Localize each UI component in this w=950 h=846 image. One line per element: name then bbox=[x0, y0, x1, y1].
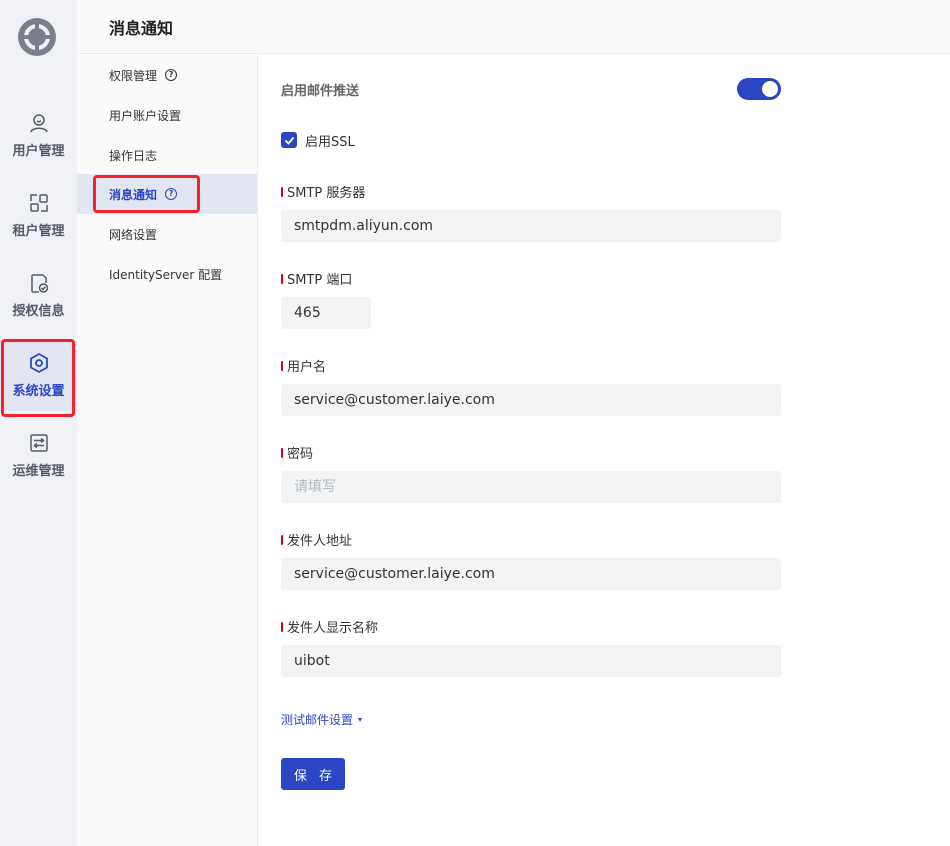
smtp-port-input[interactable] bbox=[281, 297, 371, 329]
chevron-down-icon: ▾ bbox=[358, 715, 363, 724]
subnav-item-identityserver-config[interactable]: IdentityServer 配置 bbox=[77, 254, 257, 294]
rail-label: 系统设置 bbox=[12, 384, 65, 399]
rail-item-user-management[interactable]: 用户管理 bbox=[0, 101, 77, 171]
rail-label: 运维管理 bbox=[12, 464, 65, 479]
rail-item-system-settings[interactable]: 系统设置 bbox=[0, 341, 77, 411]
email-settings-form: 启用邮件推送 启用SSL SMTP 服务器 SMTP 端口 用户名 密码 发件人… bbox=[258, 55, 950, 846]
test-email-settings-link[interactable]: 测试邮件设置 ▾ bbox=[281, 711, 362, 728]
rail-item-license-info[interactable]: 授权信息 bbox=[0, 261, 77, 331]
enable-email-toggle[interactable] bbox=[737, 78, 781, 100]
sender-name-label: 发件人显示名称 bbox=[281, 617, 378, 636]
rail-label: 用户管理 bbox=[12, 144, 65, 159]
password-label: 密码 bbox=[281, 443, 313, 462]
field-label-text: 发件人显示名称 bbox=[287, 621, 379, 636]
field-label-text: 密码 bbox=[287, 447, 314, 462]
ssl-checkbox[interactable] bbox=[281, 132, 297, 148]
field-label-text: 发件人地址 bbox=[287, 534, 353, 549]
required-mark bbox=[281, 447, 283, 458]
smtp-server-label: SMTP 服务器 bbox=[281, 182, 365, 201]
page-header: 消息通知 bbox=[77, 0, 950, 54]
rail-item-ops-management[interactable]: 运维管理 bbox=[0, 421, 77, 491]
subnav-label: 用户账户设置 bbox=[109, 108, 182, 123]
smtp-server-input[interactable] bbox=[281, 210, 781, 242]
password-input[interactable] bbox=[281, 471, 781, 503]
subnav-item-permissions[interactable]: 权限管理 ? bbox=[77, 55, 257, 95]
settings-icon bbox=[29, 352, 48, 374]
enable-email-label: 启用邮件推送 bbox=[281, 84, 360, 99]
field-label-text: 用户名 bbox=[287, 360, 327, 375]
username-input[interactable] bbox=[281, 384, 781, 416]
subnav-item-user-account-settings[interactable]: 用户账户设置 bbox=[77, 95, 257, 135]
subnav-label: 网络设置 bbox=[109, 227, 158, 242]
checkmark-icon bbox=[284, 136, 294, 145]
subnav-label: IdentityServer 配置 bbox=[109, 267, 223, 282]
ssl-label: 启用SSL bbox=[305, 135, 355, 150]
ops-icon bbox=[29, 434, 48, 452]
smtp-port-label: SMTP 端口 bbox=[281, 269, 352, 288]
sender-address-label: 发件人地址 bbox=[281, 530, 352, 549]
required-mark bbox=[281, 273, 283, 284]
username-label: 用户名 bbox=[281, 356, 326, 375]
rail-label: 租户管理 bbox=[12, 224, 65, 239]
field-label-text: SMTP 服务器 bbox=[287, 186, 366, 201]
icon-rail: 用户管理 租户管理 授权信息 系统设置 运维管理 bbox=[0, 0, 77, 846]
field-label-text: SMTP 端口 bbox=[287, 273, 353, 288]
page-title: 消息通知 bbox=[109, 19, 174, 38]
help-icon[interactable]: ? bbox=[165, 69, 178, 81]
required-mark bbox=[281, 534, 283, 545]
help-icon[interactable]: ? bbox=[165, 188, 178, 200]
test-link-label: 测试邮件设置 bbox=[281, 713, 354, 727]
rail-label: 授权信息 bbox=[12, 304, 65, 319]
app-logo-icon[interactable] bbox=[16, 16, 58, 58]
subnav-label: 权限管理 bbox=[109, 68, 158, 83]
rail-item-tenant-management[interactable]: 租户管理 bbox=[0, 181, 77, 251]
sender-address-input[interactable] bbox=[281, 558, 781, 590]
subnav-label: 操作日志 bbox=[109, 148, 158, 163]
required-mark bbox=[281, 621, 283, 632]
save-button[interactable]: 保 存 bbox=[281, 758, 345, 790]
license-icon bbox=[30, 274, 48, 293]
user-icon bbox=[29, 114, 48, 133]
sender-name-input[interactable] bbox=[281, 645, 781, 677]
subnav-item-operation-log[interactable]: 操作日志 bbox=[77, 135, 257, 175]
subnav-label: 消息通知 bbox=[109, 187, 158, 202]
subnav-item-network-settings[interactable]: 网络设置 bbox=[77, 214, 257, 254]
tenant-icon bbox=[29, 194, 48, 212]
required-mark bbox=[281, 186, 283, 197]
subnav-item-message-notification[interactable]: 消息通知 ? bbox=[77, 174, 257, 214]
settings-subnav: 权限管理 ? 用户账户设置 操作日志 消息通知 ? 网络设置 IdentityS… bbox=[77, 55, 258, 846]
required-mark bbox=[281, 360, 283, 371]
toggle-knob bbox=[762, 81, 778, 97]
